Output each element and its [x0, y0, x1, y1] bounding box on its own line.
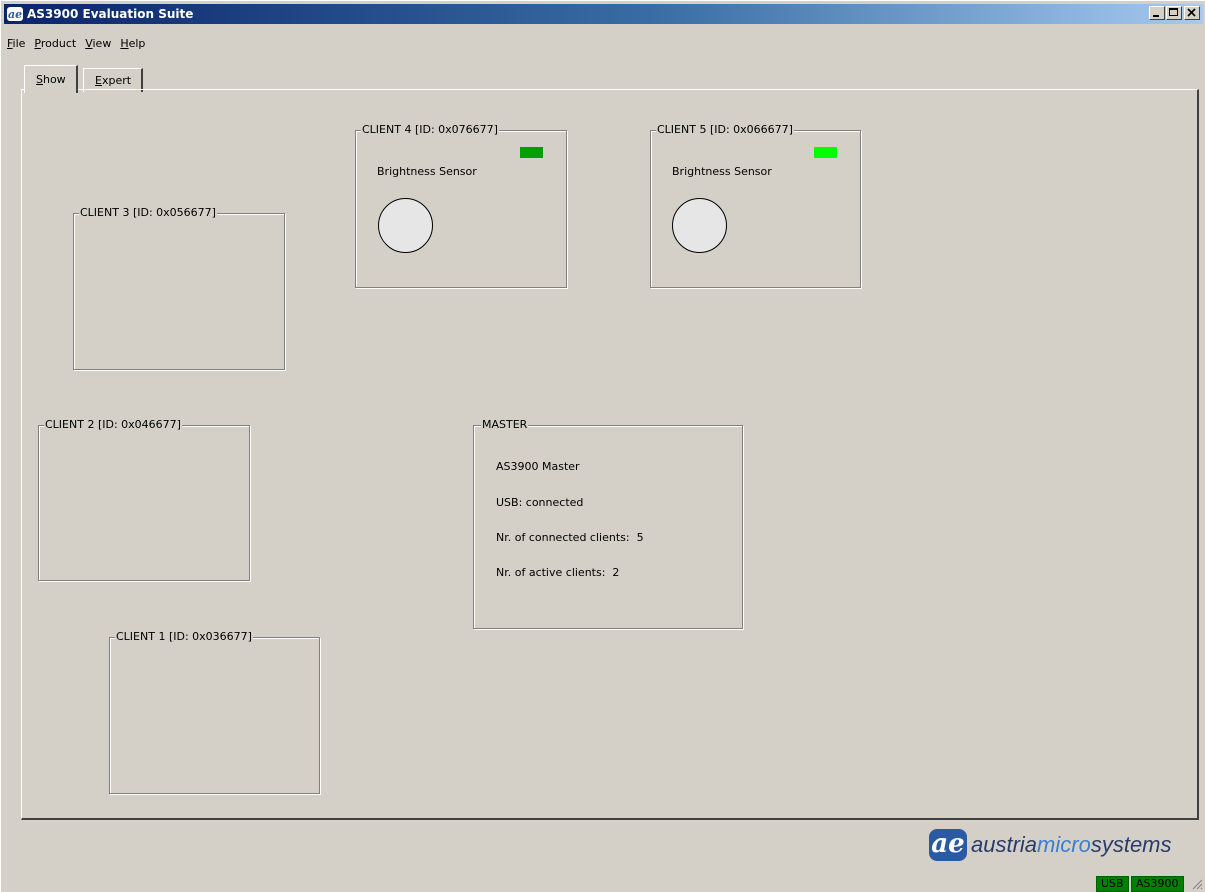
master-connected-clients: Nr. of connected clients: 5 — [496, 531, 644, 544]
tab-show[interactable]: Show — [24, 65, 78, 93]
menu-file[interactable]: File — [4, 37, 31, 50]
window-title: AS3900 Evaluation Suite — [27, 7, 194, 21]
logo-text: austriamicrosystems — [971, 832, 1172, 857]
active-clients-value: 2 — [612, 566, 620, 579]
menu-bar: File Product View Help — [4, 34, 151, 52]
minimize-button[interactable] — [1149, 6, 1165, 20]
connected-clients-value: 5 — [636, 531, 644, 544]
app-window: ae AS3900 Evaluation Suite File Product … — [0, 0, 1205, 892]
client-4-status-led — [520, 147, 543, 158]
client-5-brightness-indicator — [672, 198, 727, 253]
client-5-sensor-label: Brightness Sensor — [672, 165, 772, 178]
maximize-button[interactable] — [1166, 6, 1182, 20]
minimize-icon — [1153, 15, 1159, 17]
client-1-group: CLIENT 1 [ID: 0x036677] — [109, 630, 320, 794]
client-3-group: CLIENT 3 [ID: 0x056677] — [73, 206, 285, 370]
ae-logo-icon: ae — [929, 829, 967, 861]
device-status-indicator: AS3900 — [1131, 876, 1184, 892]
connected-clients-label: Nr. of connected clients: — [496, 531, 630, 544]
svg-text:ae: ae — [8, 8, 22, 20]
client-2-group: CLIENT 2 [ID: 0x046677] — [38, 418, 250, 581]
master-group: MASTER AS3900 Master USB: connected Nr. … — [473, 418, 743, 629]
master-usb-status: USB: connected — [496, 496, 584, 509]
austriamicrosystems-logo: ae austriamicrosystems — [929, 827, 1172, 863]
client-4-sensor-label: Brightness Sensor — [377, 165, 477, 178]
client-5-title: CLIENT 5 [ID: 0x066677] — [656, 123, 794, 136]
menu-help[interactable]: Help — [117, 37, 151, 50]
client-4-title: CLIENT 4 [ID: 0x076677] — [361, 123, 499, 136]
client-2-title: CLIENT 2 [ID: 0x046677] — [44, 418, 182, 431]
title-bar[interactable]: ae AS3900 Evaluation Suite — [4, 4, 1203, 24]
active-clients-label: Nr. of active clients: — [496, 566, 606, 579]
usb-status-indicator: USB — [1096, 876, 1129, 892]
client-1-title: CLIENT 1 [ID: 0x036677] — [115, 630, 253, 643]
close-button[interactable] — [1184, 6, 1200, 20]
master-name: AS3900 Master — [496, 460, 580, 473]
master-title: MASTER — [481, 418, 529, 431]
resize-grip-icon[interactable] — [1191, 878, 1203, 890]
maximize-icon — [1169, 8, 1178, 16]
client-4-brightness-indicator — [378, 198, 433, 253]
master-active-clients: Nr. of active clients: 2 — [496, 566, 619, 579]
client-5-status-led — [814, 147, 837, 158]
client-5-group: CLIENT 5 [ID: 0x066677] Brightness Senso… — [650, 123, 861, 288]
menu-product[interactable]: Product — [31, 37, 82, 50]
client-3-title: CLIENT 3 [ID: 0x056677] — [79, 206, 217, 219]
menu-view[interactable]: View — [82, 37, 117, 50]
client-4-group: CLIENT 4 [ID: 0x076677] Brightness Senso… — [355, 123, 567, 288]
close-icon — [1187, 8, 1196, 17]
app-icon: ae — [7, 7, 23, 21]
